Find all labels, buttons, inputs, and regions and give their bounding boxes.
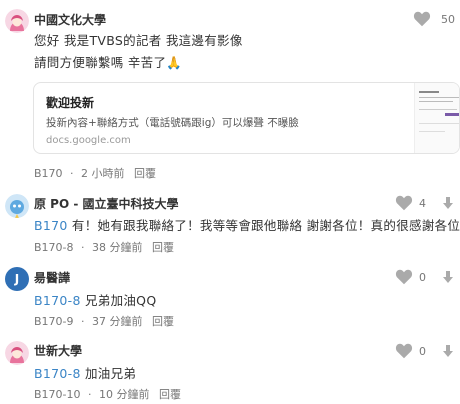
link-preview-description: 投新內容+聯絡方式（電話號碼跟ig）可以爆聲 不曝臉	[46, 117, 299, 129]
link-preview-domain: docs.google.com	[46, 135, 131, 146]
pink-hood-avatar-icon	[5, 341, 29, 365]
floor-reference-link[interactable]: B170-8	[34, 366, 81, 381]
timestamp: 10 分鐘前	[99, 388, 150, 401]
blue-creature-avatar-icon	[5, 194, 29, 218]
comment-body: 有！她有跟我聯絡了！我等等會跟他聯絡 謝謝各位！真的很感謝各位	[67, 218, 460, 233]
comment-b170-9: J 昜醫譁 B170-8 兄弟加油QQ B170-9 · 37 分鐘前 回覆 0	[0, 262, 460, 332]
separator-dot: ·	[70, 167, 74, 180]
like-count: 4	[419, 197, 426, 210]
floor-number: B170	[34, 167, 63, 180]
heart-icon[interactable]	[395, 343, 413, 359]
comment-text: B170-8 加油兄弟	[34, 363, 136, 382]
reply-link[interactable]: 回覆	[152, 315, 174, 328]
floor-reference-link[interactable]: B170	[34, 218, 68, 233]
floor-number: B170-8	[34, 241, 74, 254]
arrow-down-icon[interactable]	[442, 270, 454, 284]
separator-dot: ·	[81, 315, 85, 328]
like-count: 50	[441, 13, 455, 26]
arrow-down-icon[interactable]	[442, 344, 454, 358]
link-preview-title: 歡迎投新	[46, 96, 95, 110]
comment-body: 兄弟加油QQ	[80, 293, 157, 308]
author-avatar[interactable]: J	[5, 267, 29, 291]
comment-meta: B170 · 2 小時前 回覆	[34, 165, 160, 181]
form-thumbnail-icon	[415, 83, 459, 153]
heart-icon[interactable]	[413, 11, 431, 27]
author-name[interactable]: 中國文化大學	[34, 11, 106, 28]
comment-text-line-1: 您好 我是TVBS的記者 我這邊有影像	[34, 33, 243, 48]
separator-dot: ·	[88, 388, 92, 401]
separator-dot: ·	[81, 241, 85, 254]
comment-text-line-2: 請問方便聯繫嗎 辛苦了🙏	[34, 55, 183, 70]
avatar-letter: J	[14, 272, 20, 286]
comment-text: B170 有！她有跟我聯絡了！我等等會跟他聯絡 謝謝各位！真的很感謝各位	[34, 215, 460, 234]
comment-meta: B170-10 · 10 分鐘前 回覆	[34, 386, 185, 402]
comment-meta: B170-9 · 37 分鐘前 回覆	[34, 313, 178, 329]
comment-b170: 中國文化大學 您好 我是TVBS的記者 我這邊有影像 請問方便聯繫嗎 辛苦了🙏 …	[0, 0, 460, 180]
timestamp: 38 分鐘前	[92, 241, 143, 254]
heart-icon[interactable]	[395, 269, 413, 285]
like-count: 0	[419, 271, 426, 284]
timestamp: 37 分鐘前	[92, 315, 143, 328]
reply-link[interactable]: 回覆	[159, 388, 181, 401]
pink-hood-avatar-icon	[5, 9, 29, 33]
reply-link[interactable]: 回覆	[134, 167, 156, 180]
comment-text: B170-8 兄弟加油QQ	[34, 290, 156, 309]
link-preview-card[interactable]: 歡迎投新 投新內容+聯絡方式（電話號碼跟ig）可以爆聲 不曝臉 docs.goo…	[33, 82, 460, 154]
heart-icon[interactable]	[395, 195, 413, 211]
floor-number: B170-9	[34, 315, 74, 328]
floor-reference-link[interactable]: B170-8	[34, 293, 81, 308]
link-preview-thumbnail	[414, 83, 459, 153]
comment-b170-8: 原 PO - 國立臺中科技大學 B170 有！她有跟我聯絡了！我等等會跟他聯絡 …	[0, 188, 460, 258]
author-avatar[interactable]	[5, 341, 29, 365]
author-avatar[interactable]	[5, 194, 29, 218]
comment-b170-10: 世新大學 B170-8 加油兄弟 B170-10 · 10 分鐘前 回覆 0	[0, 336, 460, 404]
reply-link[interactable]: 回覆	[152, 241, 174, 254]
arrow-down-icon[interactable]	[442, 196, 454, 210]
author-name[interactable]: 世新大學	[34, 342, 82, 359]
comment-meta: B170-8 · 38 分鐘前 回覆	[34, 239, 178, 255]
author-avatar[interactable]	[5, 9, 29, 33]
comment-body: 加油兄弟	[80, 366, 137, 381]
author-name[interactable]: 原 PO - 國立臺中科技大學	[34, 195, 179, 212]
timestamp: 2 小時前	[81, 167, 125, 180]
like-count: 0	[419, 345, 426, 358]
author-name[interactable]: 昜醫譁	[34, 269, 70, 286]
floor-number: B170-10	[34, 388, 81, 401]
